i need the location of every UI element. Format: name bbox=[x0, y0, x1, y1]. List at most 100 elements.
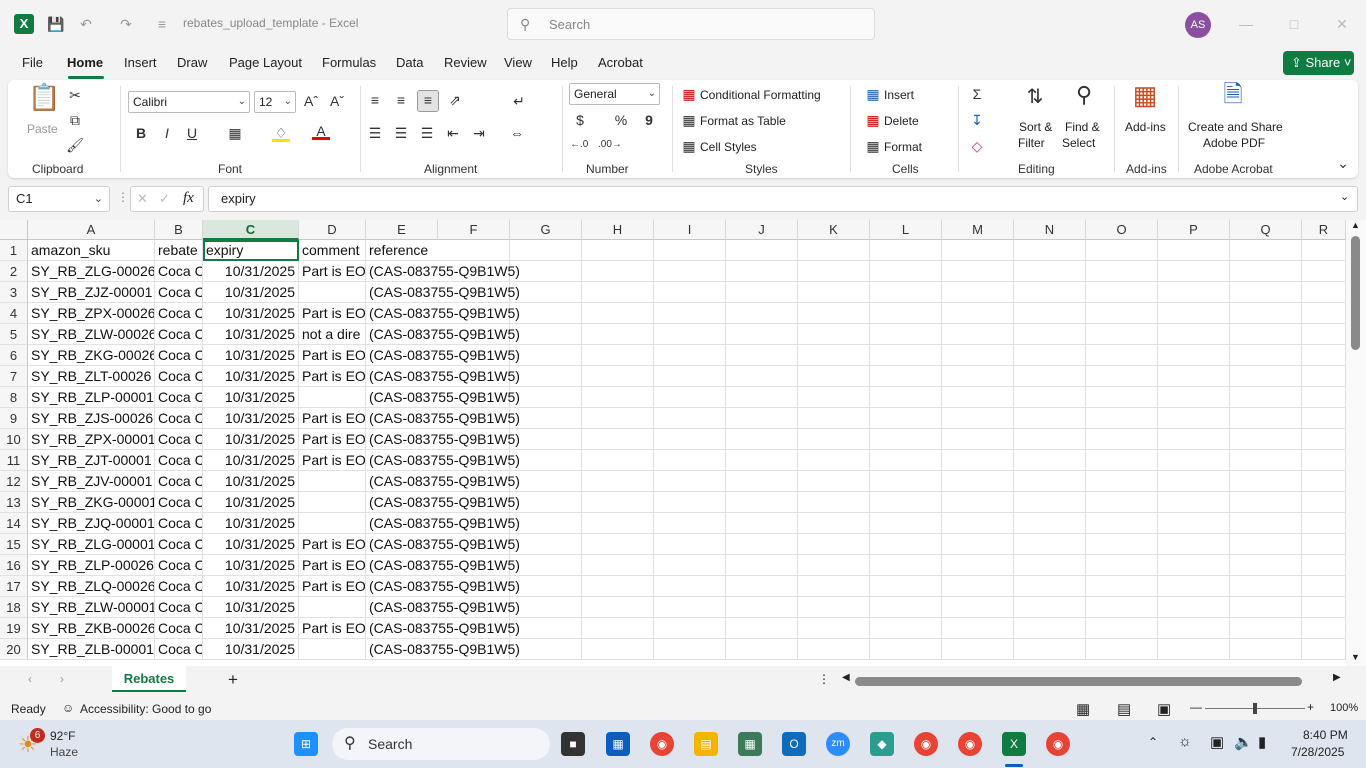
cell[interactable] bbox=[1158, 324, 1230, 345]
avatar[interactable]: AS bbox=[1185, 12, 1211, 38]
row-header[interactable]: 19 bbox=[0, 618, 28, 639]
cell[interactable] bbox=[1014, 303, 1086, 324]
wrap-text-icon[interactable]: ↵ bbox=[510, 92, 528, 110]
cell[interactable]: 10/31/2025 bbox=[203, 618, 299, 639]
cell[interactable] bbox=[654, 450, 726, 471]
cell[interactable] bbox=[582, 450, 654, 471]
zoom-level[interactable]: 100% bbox=[1330, 702, 1358, 714]
cell[interactable]: Coca C bbox=[155, 471, 203, 492]
cell[interactable] bbox=[942, 618, 1014, 639]
cell[interactable] bbox=[582, 639, 654, 660]
chrome-profile-icon[interactable]: ◉ bbox=[914, 732, 938, 756]
column-header-g[interactable]: G bbox=[510, 220, 582, 240]
cell[interactable] bbox=[798, 387, 870, 408]
cell[interactable] bbox=[942, 639, 1014, 660]
cell[interactable] bbox=[1086, 576, 1158, 597]
cell[interactable] bbox=[1158, 618, 1230, 639]
spreadsheet-grid[interactable]: ▲ ▼ A B C D E F G H I J K L M N O P Q R 1 amazon_sku rebate e… bbox=[0, 220, 1366, 666]
row-header[interactable]: 5 bbox=[0, 324, 28, 345]
cell[interactable] bbox=[1014, 555, 1086, 576]
cell[interactable] bbox=[1158, 597, 1230, 618]
weather-desc[interactable]: Haze bbox=[50, 745, 78, 759]
create-pdf-label-1[interactable]: Create and Share bbox=[1188, 120, 1283, 134]
cell[interactable] bbox=[798, 345, 870, 366]
cell[interactable] bbox=[870, 576, 942, 597]
cell[interactable] bbox=[582, 471, 654, 492]
cell[interactable] bbox=[299, 639, 366, 660]
cell[interactable] bbox=[870, 324, 942, 345]
cell[interactable] bbox=[1230, 366, 1302, 387]
cell[interactable]: SY_RB_ZLQ-00026 bbox=[28, 576, 155, 597]
cell[interactable] bbox=[870, 429, 942, 450]
cell[interactable]: SY_RB_ZJS-00026 bbox=[28, 408, 155, 429]
tab-acrobat[interactable]: Acrobat bbox=[598, 55, 643, 70]
cell[interactable] bbox=[1302, 534, 1346, 555]
cell[interactable] bbox=[870, 555, 942, 576]
cell[interactable] bbox=[510, 639, 582, 660]
cell[interactable] bbox=[582, 303, 654, 324]
cell[interactable] bbox=[654, 261, 726, 282]
cell[interactable] bbox=[1302, 240, 1346, 261]
cell[interactable]: Coca C bbox=[155, 261, 203, 282]
cell[interactable]: Coca C bbox=[155, 282, 203, 303]
cell[interactable] bbox=[1014, 261, 1086, 282]
align-left-icon[interactable]: ☰ bbox=[366, 124, 384, 142]
cell[interactable] bbox=[654, 576, 726, 597]
cell[interactable] bbox=[942, 387, 1014, 408]
tab-view[interactable]: View bbox=[504, 55, 532, 70]
undo-icon[interactable]: ↶ bbox=[76, 14, 96, 34]
column-header-h[interactable]: H bbox=[582, 220, 654, 240]
cell[interactable] bbox=[654, 429, 726, 450]
cell[interactable]: amazon_sku bbox=[28, 240, 155, 261]
cell[interactable]: Coca C bbox=[155, 324, 203, 345]
cell[interactable] bbox=[1230, 324, 1302, 345]
cell[interactable] bbox=[654, 492, 726, 513]
cell[interactable] bbox=[1086, 513, 1158, 534]
row-header[interactable]: 10 bbox=[0, 429, 28, 450]
column-header-p[interactable]: P bbox=[1158, 220, 1230, 240]
cell[interactable] bbox=[1230, 534, 1302, 555]
cell[interactable] bbox=[798, 597, 870, 618]
cell[interactable]: Part is EO bbox=[299, 345, 366, 366]
next-sheet-icon[interactable]: › bbox=[60, 672, 64, 686]
cell[interactable] bbox=[870, 240, 942, 261]
cell[interactable]: Part is EO bbox=[299, 576, 366, 597]
decrease-decimal-icon[interactable]: .00→ bbox=[598, 136, 622, 154]
cell[interactable]: Coca C bbox=[155, 366, 203, 387]
cell[interactable] bbox=[1086, 618, 1158, 639]
percent-button[interactable]: % bbox=[612, 111, 630, 129]
cell[interactable] bbox=[1302, 555, 1346, 576]
cell[interactable] bbox=[1014, 366, 1086, 387]
cell[interactable] bbox=[726, 303, 798, 324]
cell[interactable] bbox=[654, 639, 726, 660]
cell[interactable] bbox=[870, 471, 942, 492]
cell[interactable]: (CAS-083755-Q9B1W5) bbox=[366, 639, 520, 660]
cell[interactable] bbox=[726, 366, 798, 387]
cell[interactable] bbox=[510, 555, 582, 576]
cell[interactable] bbox=[726, 450, 798, 471]
cell[interactable] bbox=[1014, 282, 1086, 303]
cell[interactable]: 10/31/2025 bbox=[203, 366, 299, 387]
cell[interactable] bbox=[1086, 471, 1158, 492]
cell[interactable] bbox=[1086, 450, 1158, 471]
cell[interactable]: (CAS-083755-Q9B1W5) bbox=[366, 492, 520, 513]
task-view-icon[interactable]: ■ bbox=[561, 732, 585, 756]
cell[interactable] bbox=[582, 240, 654, 261]
enter-icon[interactable]: ✓ bbox=[159, 191, 170, 207]
row-header[interactable]: 9 bbox=[0, 408, 28, 429]
cell[interactable] bbox=[942, 345, 1014, 366]
redo-icon[interactable]: ↷ bbox=[116, 14, 136, 34]
cell[interactable] bbox=[438, 240, 510, 261]
comma-style-button[interactable]: 9 bbox=[640, 111, 658, 129]
cell[interactable] bbox=[870, 345, 942, 366]
cell[interactable]: 10/31/2025 bbox=[203, 597, 299, 618]
cell[interactable] bbox=[726, 471, 798, 492]
cell[interactable] bbox=[798, 534, 870, 555]
cell[interactable] bbox=[798, 303, 870, 324]
format-as-table-icon[interactable]: ▦ bbox=[680, 111, 698, 129]
cell[interactable] bbox=[1086, 429, 1158, 450]
find-select-icon[interactable]: ⚲ bbox=[1070, 84, 1098, 114]
cell[interactable] bbox=[870, 366, 942, 387]
cell[interactable] bbox=[510, 429, 582, 450]
cell[interactable] bbox=[299, 282, 366, 303]
